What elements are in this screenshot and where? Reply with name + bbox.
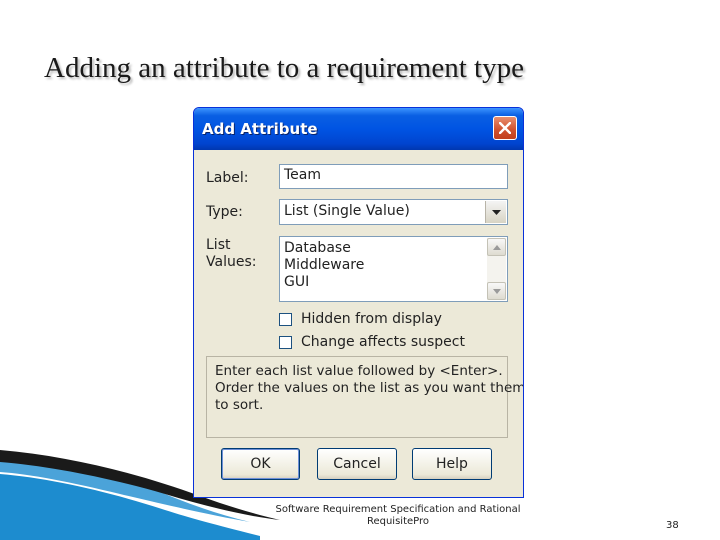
close-icon [499, 122, 511, 134]
list-item: Database [284, 240, 351, 256]
list-item: Middleware [284, 257, 365, 273]
label-field-label: Label: [206, 170, 249, 186]
hint-line: Enter each list value followed by <Enter… [215, 363, 503, 379]
hidden-from-display-option[interactable]: Hidden from display [279, 311, 442, 327]
change-affects-suspect-checkbox[interactable] [279, 335, 292, 349]
chevron-down-icon [492, 288, 501, 294]
hidden-from-display-checkbox[interactable] [279, 312, 292, 326]
scroll-up-button[interactable] [487, 238, 506, 256]
add-attribute-dialog: Add Attribute Label: Team Type: List (Si… [193, 107, 524, 498]
list-values-label-line2: Values: [206, 254, 257, 270]
footer-line: Software Requirement Specification and R… [275, 504, 521, 515]
change-affects-suspect-label: Change affects suspect [301, 334, 465, 350]
chevron-up-icon [492, 244, 501, 250]
type-select[interactable]: List (Single Value) [279, 199, 508, 225]
dropdown-button[interactable] [485, 201, 506, 223]
list-values-label: List Values: [206, 237, 256, 271]
scroll-down-button[interactable] [487, 282, 506, 300]
list-values-scrollbar[interactable] [487, 238, 506, 300]
hint-line: to sort. [215, 397, 264, 413]
close-button[interactable] [493, 116, 517, 140]
hidden-from-display-label: Hidden from display [301, 311, 442, 327]
type-field-label: Type: [206, 204, 243, 220]
change-affects-suspect-option[interactable]: Change affects suspect [279, 334, 465, 350]
hint-line: Order the values on the list as you want… [215, 380, 524, 396]
cancel-button[interactable]: Cancel [317, 448, 397, 480]
list-values-textarea[interactable]: Database Middleware GUI [279, 236, 508, 302]
ok-button[interactable]: OK [221, 448, 300, 480]
list-item: GUI [284, 274, 310, 290]
list-values-label-line1: List [206, 237, 231, 253]
slide-footer: Software Requirement Specification and R… [258, 504, 538, 528]
slide-title: Adding an attribute to a requirement typ… [44, 52, 524, 84]
dialog-titlebar[interactable]: Add Attribute [194, 108, 523, 150]
help-button[interactable]: Help [412, 448, 492, 480]
hint-text-box: Enter each list value followed by <Enter… [206, 356, 524, 438]
page-number: 38 [666, 520, 679, 531]
dialog-title: Add Attribute [202, 120, 318, 138]
chevron-down-icon [491, 209, 501, 215]
label-input[interactable]: Team [279, 164, 508, 189]
type-select-value: List (Single Value) [284, 203, 410, 219]
list-values-items: Database Middleware GUI [280, 237, 507, 291]
footer-line: RequisitePro [366, 516, 430, 527]
